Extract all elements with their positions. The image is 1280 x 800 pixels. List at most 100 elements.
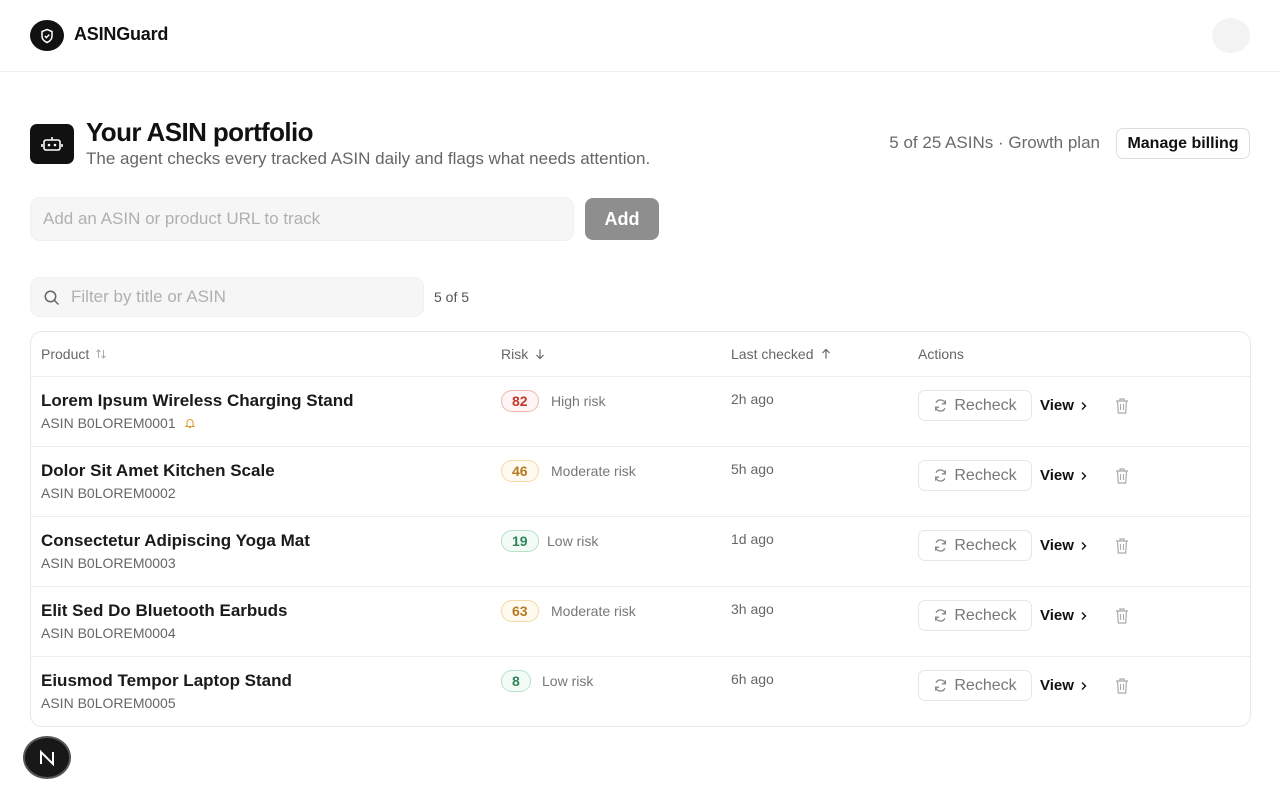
view-label: View [1040, 397, 1074, 414]
column-actions: Actions [918, 346, 964, 362]
recheck-label: Recheck [954, 396, 1017, 414]
risk-label: High risk [551, 393, 606, 409]
product-asin: ASIN B0LOREM0002 [41, 485, 176, 501]
sort-icon [96, 349, 107, 359]
recheck-button[interactable]: Recheck [918, 670, 1032, 701]
column-product[interactable]: Product [41, 346, 107, 362]
risk-score-badge: 46 [501, 460, 539, 482]
asin-text: ASIN B0LOREM0002 [41, 485, 176, 501]
robot-icon [30, 124, 74, 164]
plan-status: 5 of 25 ASINs · Growth plan [889, 133, 1100, 152]
risk-score-badge: 19 [501, 530, 539, 552]
product-title[interactable]: Dolor Sit Amet Kitchen Scale [41, 461, 275, 481]
risk-label: Moderate risk [551, 463, 636, 479]
view-link[interactable]: View [1040, 467, 1088, 484]
add-asin-input[interactable] [30, 197, 574, 241]
asin-text: ASIN B0LOREM0005 [41, 695, 176, 711]
last-checked: 6h ago [731, 671, 774, 687]
sort-up-icon [821, 348, 830, 359]
refresh-icon [935, 679, 947, 692]
last-checked: 1d ago [731, 531, 774, 547]
table-row: Eiusmod Tempor Laptop Stand ASIN B0LOREM… [31, 657, 1250, 726]
risk-label: Low risk [547, 533, 599, 549]
recheck-button[interactable]: Recheck [918, 460, 1032, 491]
product-title[interactable]: Eiusmod Tempor Laptop Stand [41, 671, 292, 691]
table-row: Consectetur Adipiscing Yoga Mat ASIN B0L… [31, 517, 1250, 587]
table-row: Dolor Sit Amet Kitchen Scale ASIN B0LORE… [31, 447, 1250, 517]
product-title[interactable]: Elit Sed Do Bluetooth Earbuds [41, 601, 288, 621]
filter-input[interactable] [71, 278, 411, 316]
last-checked: 2h ago [731, 391, 774, 407]
shield-icon[interactable] [30, 20, 64, 51]
n-logo-icon[interactable] [23, 736, 71, 779]
product-title[interactable]: Consectetur Adipiscing Yoga Mat [41, 531, 310, 551]
product-asin: ASIN B0LOREM0004 [41, 625, 176, 641]
bell-icon [184, 418, 195, 429]
recheck-button[interactable]: Recheck [918, 600, 1032, 631]
refresh-icon [935, 539, 947, 552]
table-header: Product Risk Last checked Actions [31, 332, 1250, 377]
risk-score-badge: 63 [501, 600, 539, 622]
view-link[interactable]: View [1040, 537, 1088, 554]
view-link[interactable]: View [1040, 397, 1088, 414]
product-asin: ASIN B0LOREM0005 [41, 695, 176, 711]
result-count: 5 of 5 [434, 289, 470, 305]
column-last-checked-label: Last checked [731, 346, 814, 362]
recheck-label: Recheck [954, 606, 1017, 624]
view-label: View [1040, 607, 1074, 624]
asin-text: ASIN B0LOREM0003 [41, 555, 176, 571]
chevron-right-icon [1081, 541, 1087, 550]
last-checked: 3h ago [731, 601, 774, 617]
risk-label: Moderate risk [551, 603, 636, 619]
trash-icon[interactable] [1114, 397, 1130, 415]
filter-box [30, 277, 424, 317]
view-link[interactable]: View [1040, 677, 1088, 694]
chevron-right-icon [1081, 401, 1087, 410]
risk-score-badge: 82 [501, 390, 539, 412]
asin-text: ASIN B0LOREM0004 [41, 625, 176, 641]
top-bar: ASINGuard [0, 0, 1280, 72]
risk-score-badge: 8 [501, 670, 531, 692]
risk-label: Low risk [542, 673, 594, 689]
asin-table: Product Risk Last checked Actions Lorem … [30, 331, 1251, 727]
avatar[interactable] [1212, 18, 1250, 53]
view-label: View [1040, 467, 1074, 484]
column-risk[interactable]: Risk [501, 346, 546, 362]
view-label: View [1040, 677, 1074, 694]
search-icon [44, 290, 60, 306]
refresh-icon [935, 609, 947, 622]
recheck-label: Recheck [954, 536, 1017, 554]
recheck-button[interactable]: Recheck [918, 390, 1032, 421]
manage-billing-button[interactable]: Manage billing [1116, 128, 1250, 159]
recheck-label: Recheck [954, 676, 1017, 694]
trash-icon[interactable] [1114, 537, 1130, 555]
chevron-right-icon [1081, 471, 1087, 480]
product-asin: ASIN B0LOREM0001 [41, 415, 196, 431]
app-name[interactable]: ASINGuard [74, 24, 168, 45]
column-risk-label: Risk [501, 346, 529, 362]
table-row: Elit Sed Do Bluetooth Earbuds ASIN B0LOR… [31, 587, 1250, 657]
column-actions-label: Actions [918, 346, 964, 362]
table-row: Lorem Ipsum Wireless Charging Stand ASIN… [31, 377, 1250, 447]
asin-text: ASIN B0LOREM0001 [41, 415, 176, 431]
recheck-label: Recheck [954, 466, 1017, 484]
add-button[interactable]: Add [585, 198, 659, 240]
chevron-right-icon [1081, 611, 1087, 620]
column-last-checked[interactable]: Last checked [731, 346, 832, 362]
recheck-button[interactable]: Recheck [918, 530, 1032, 561]
view-link[interactable]: View [1040, 607, 1088, 624]
product-asin: ASIN B0LOREM0003 [41, 555, 176, 571]
trash-icon[interactable] [1114, 607, 1130, 625]
last-checked: 5h ago [731, 461, 774, 477]
column-product-label: Product [41, 346, 90, 362]
view-label: View [1040, 537, 1074, 554]
page-subtitle: The agent checks every tracked ASIN dail… [86, 149, 651, 168]
page-title: Your ASIN portfolio [86, 117, 314, 147]
refresh-icon [935, 469, 947, 482]
sort-down-icon [536, 349, 545, 360]
refresh-icon [935, 399, 947, 412]
product-title[interactable]: Lorem Ipsum Wireless Charging Stand [41, 391, 354, 411]
trash-icon[interactable] [1114, 467, 1130, 485]
chevron-right-icon [1081, 681, 1087, 690]
trash-icon[interactable] [1114, 677, 1130, 695]
